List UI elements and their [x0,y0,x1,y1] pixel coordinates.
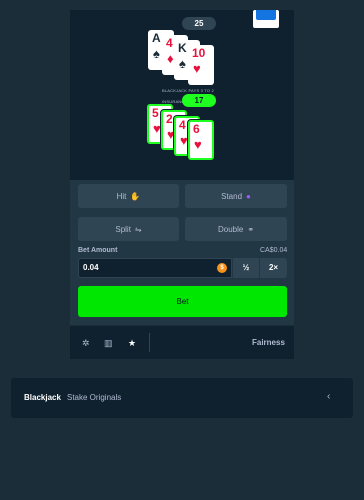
footer-divider [149,333,150,352]
card-rank: 4 [166,36,173,50]
game-info-bar[interactable] [11,378,353,418]
heart-icon: ♥ [193,61,201,76]
stats-icon[interactable]: ▥ [104,338,113,349]
bet-button-label: Bet [176,297,189,306]
game-provider: Stake Originals [67,393,122,402]
half-bet-button[interactable]: ½ [233,258,259,278]
stand-button[interactable]: Stand ● [185,184,287,208]
card-rank: K [178,41,187,55]
bet-amount-label: Bet Amount [78,247,118,254]
double-bet-button[interactable]: 2× [260,258,287,278]
hit-icon: ✋ [130,191,141,201]
fairness-link[interactable]: Fairness [252,338,285,347]
split-label: Split [115,224,131,234]
dealer-card: 10 ♥ [188,45,214,85]
hit-label: Hit [116,191,127,201]
spade-icon: ♠ [179,56,186,71]
player-score: 17 [182,94,216,107]
heart-icon: ♥ [180,133,188,148]
star-icon[interactable]: ★ [128,338,136,349]
chevron-left-icon[interactable]: ‹ [327,391,330,402]
split-button[interactable]: Split ⇋ [78,217,179,241]
dealer-score: 25 [182,17,216,30]
coin-icon: $ [217,263,227,273]
game-title: Blackjack [24,393,61,402]
double-icon: ⚭ [247,224,255,234]
hit-button[interactable]: Hit ✋ [78,184,179,208]
card-deck [253,10,279,28]
double-label: Double [217,224,244,234]
table-text-blackjack: BLACKJACK PAYS 3 TO 2 [162,88,214,93]
card-rank: A [152,31,161,45]
heart-icon: ♥ [194,137,202,152]
card-rank: 6 [193,122,200,136]
card-rank: 4 [179,118,186,132]
split-icon: ⇋ [134,224,142,234]
card-rank: 10 [192,46,206,60]
card-rank: 5 [152,106,159,120]
bet-converted-value: CA$0.04 [260,247,288,254]
stand-icon: ● [246,191,251,201]
card-rank: 2 [166,112,173,126]
settings-icon[interactable]: ✲ [82,338,90,349]
bet-button[interactable]: Bet [78,286,287,317]
diamond-icon: ♦ [167,51,174,66]
player-card: 6 ♥ [188,120,214,160]
spade-icon: ♠ [153,46,160,61]
double-button[interactable]: Double ⚭ [185,217,287,241]
bet-amount-input[interactable]: 0.04 [78,258,232,278]
heart-icon: ♥ [153,121,161,136]
stand-label: Stand [221,191,243,201]
